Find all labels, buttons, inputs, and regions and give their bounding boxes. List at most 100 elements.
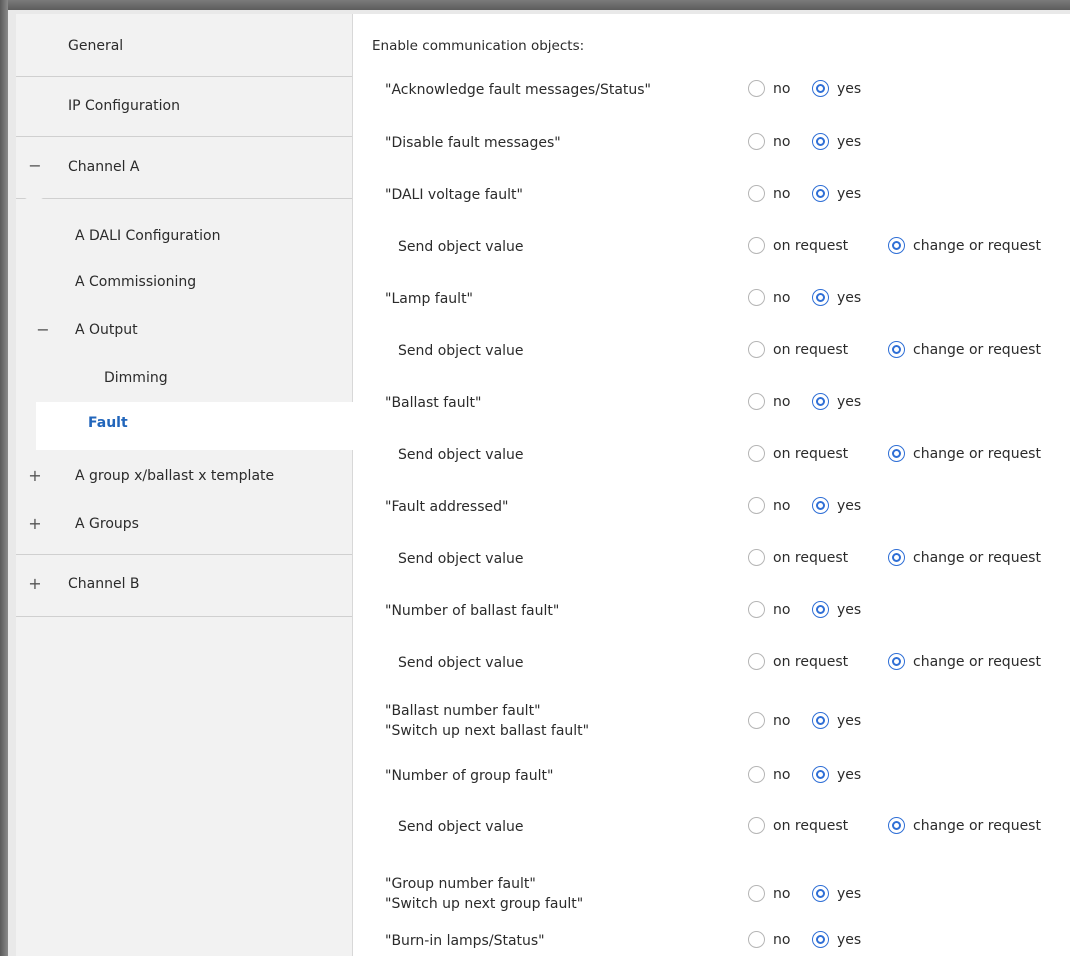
radio-option[interactable]: on request <box>748 817 860 834</box>
section-header: Enable communication objects: <box>372 38 585 54</box>
radio-option[interactable]: change or request <box>888 549 1053 566</box>
radio-option[interactable]: on request <box>748 341 860 358</box>
sidebar-item-fault[interactable]: Fault <box>36 402 354 450</box>
radio-option-label: change or request <box>913 445 1041 462</box>
radio-empty-icon[interactable] <box>748 817 765 834</box>
radio-empty-icon[interactable] <box>748 549 765 566</box>
param-label-line: "Burn-in lamps/Status" <box>385 933 545 949</box>
radio-selected-icon[interactable] <box>812 931 829 948</box>
expand-icon[interactable]: + <box>28 466 42 485</box>
radio-option[interactable]: yes <box>812 766 873 783</box>
radio-empty-icon[interactable] <box>748 497 765 514</box>
window-frame-left <box>0 0 8 956</box>
radio-empty-icon[interactable] <box>748 766 765 783</box>
radio-option[interactable]: yes <box>812 393 873 410</box>
radio-selected-icon[interactable] <box>888 549 905 566</box>
radio-option[interactable]: change or request <box>888 653 1053 670</box>
radio-empty-icon[interactable] <box>748 185 765 202</box>
radio-option[interactable]: yes <box>812 712 873 729</box>
radio-empty-icon[interactable] <box>748 289 765 306</box>
sidebar-item-a-group-template[interactable]: + A group x/ballast x template <box>16 454 353 498</box>
window-frame-top <box>0 0 1070 10</box>
sidebar-item-channel-b[interactable]: + Channel B <box>16 560 353 608</box>
radio-selected-icon[interactable] <box>812 885 829 902</box>
radio-option[interactable]: change or request <box>888 445 1053 462</box>
radio-option[interactable]: no <box>748 497 802 514</box>
radio-option[interactable]: change or request <box>888 817 1053 834</box>
sidebar-item-a-output[interactable]: − A Output <box>16 308 353 352</box>
expand-icon[interactable]: + <box>28 514 42 533</box>
param-label: Send object value <box>398 341 524 361</box>
param-label: "Group number fault" "Switch up next grou… <box>385 874 583 914</box>
radio-empty-icon[interactable] <box>748 133 765 150</box>
radio-empty-icon[interactable] <box>748 601 765 618</box>
radio-option[interactable]: on request <box>748 653 860 670</box>
radio-empty-icon[interactable] <box>748 885 765 902</box>
radio-empty-icon[interactable] <box>748 393 765 410</box>
radio-option-label: on request <box>773 237 849 254</box>
radio-option-label: no <box>773 289 791 306</box>
radio-option[interactable]: yes <box>812 931 873 948</box>
radio-empty-icon[interactable] <box>748 341 765 358</box>
radio-selected-icon[interactable] <box>888 445 905 462</box>
radio-option[interactable]: no <box>748 885 802 902</box>
sidebar-item-ip-configuration[interactable]: IP Configuration <box>16 78 353 134</box>
radio-empty-icon[interactable] <box>748 931 765 948</box>
sidebar-item-label: A group x/ballast x template <box>75 468 275 484</box>
param-label-line: "Number of group fault" <box>385 768 554 784</box>
radio-selected-icon[interactable] <box>888 237 905 254</box>
radio-selected-icon[interactable] <box>888 341 905 358</box>
radio-selected-icon[interactable] <box>812 80 829 97</box>
radio-option[interactable]: no <box>748 601 802 618</box>
radio-option[interactable]: yes <box>812 497 873 514</box>
radio-option[interactable]: no <box>748 133 802 150</box>
sidebar-item-dimming[interactable]: Dimming <box>16 356 353 400</box>
radio-option[interactable]: on request <box>748 445 860 462</box>
sidebar-item-general[interactable]: General <box>16 18 353 74</box>
radio-option[interactable]: no <box>748 766 802 783</box>
radio-selected-icon[interactable] <box>812 289 829 306</box>
param-label-line: "Group number fault" <box>385 876 536 892</box>
sidebar-item-a-commissioning[interactable]: A Commissioning <box>16 260 353 304</box>
radio-selected-icon[interactable] <box>812 712 829 729</box>
sidebar-item-label: A Output <box>75 322 138 338</box>
radio-selected-icon[interactable] <box>812 766 829 783</box>
radio-empty-icon[interactable] <box>748 653 765 670</box>
radio-empty-icon[interactable] <box>748 237 765 254</box>
sidebar-item-channel-a[interactable]: − Channel A <box>16 138 353 196</box>
radio-option[interactable]: change or request <box>888 341 1053 358</box>
radio-option[interactable]: on request <box>748 549 860 566</box>
radio-option[interactable]: no <box>748 712 802 729</box>
radio-empty-icon[interactable] <box>748 80 765 97</box>
radio-option-label: yes <box>837 766 862 783</box>
radio-selected-icon[interactable] <box>812 601 829 618</box>
radio-option[interactable]: on request <box>748 237 860 254</box>
radio-option[interactable]: yes <box>812 601 873 618</box>
radio-option[interactable]: yes <box>812 185 873 202</box>
radio-option[interactable]: no <box>748 931 802 948</box>
radio-option[interactable]: no <box>748 185 802 202</box>
radio-option[interactable]: no <box>748 289 802 306</box>
radio-selected-icon[interactable] <box>812 393 829 410</box>
radio-option[interactable]: yes <box>812 885 873 902</box>
radio-selected-icon[interactable] <box>888 817 905 834</box>
radio-option[interactable]: yes <box>812 289 873 306</box>
radio-selected-icon[interactable] <box>812 185 829 202</box>
radio-option-label: on request <box>773 445 849 462</box>
collapse-icon[interactable]: − <box>36 320 50 339</box>
radio-option[interactable]: change or request <box>888 237 1053 254</box>
radio-empty-icon[interactable] <box>748 445 765 462</box>
radio-selected-icon[interactable] <box>812 133 829 150</box>
expand-icon[interactable]: + <box>28 574 42 593</box>
radio-empty-icon[interactable] <box>748 712 765 729</box>
radio-option[interactable]: yes <box>812 80 873 97</box>
sidebar-item-a-dali-configuration[interactable]: A DALI Configuration <box>16 214 353 258</box>
collapse-icon[interactable]: − <box>28 156 42 175</box>
radio-selected-icon[interactable] <box>888 653 905 670</box>
radio-option[interactable]: no <box>748 393 802 410</box>
radio-option[interactable]: yes <box>812 133 873 150</box>
radio-selected-icon[interactable] <box>812 497 829 514</box>
sidebar-item-a-groups[interactable]: + A Groups <box>16 502 353 546</box>
radio-option[interactable]: no <box>748 80 802 97</box>
radio-option-label: yes <box>837 133 862 150</box>
